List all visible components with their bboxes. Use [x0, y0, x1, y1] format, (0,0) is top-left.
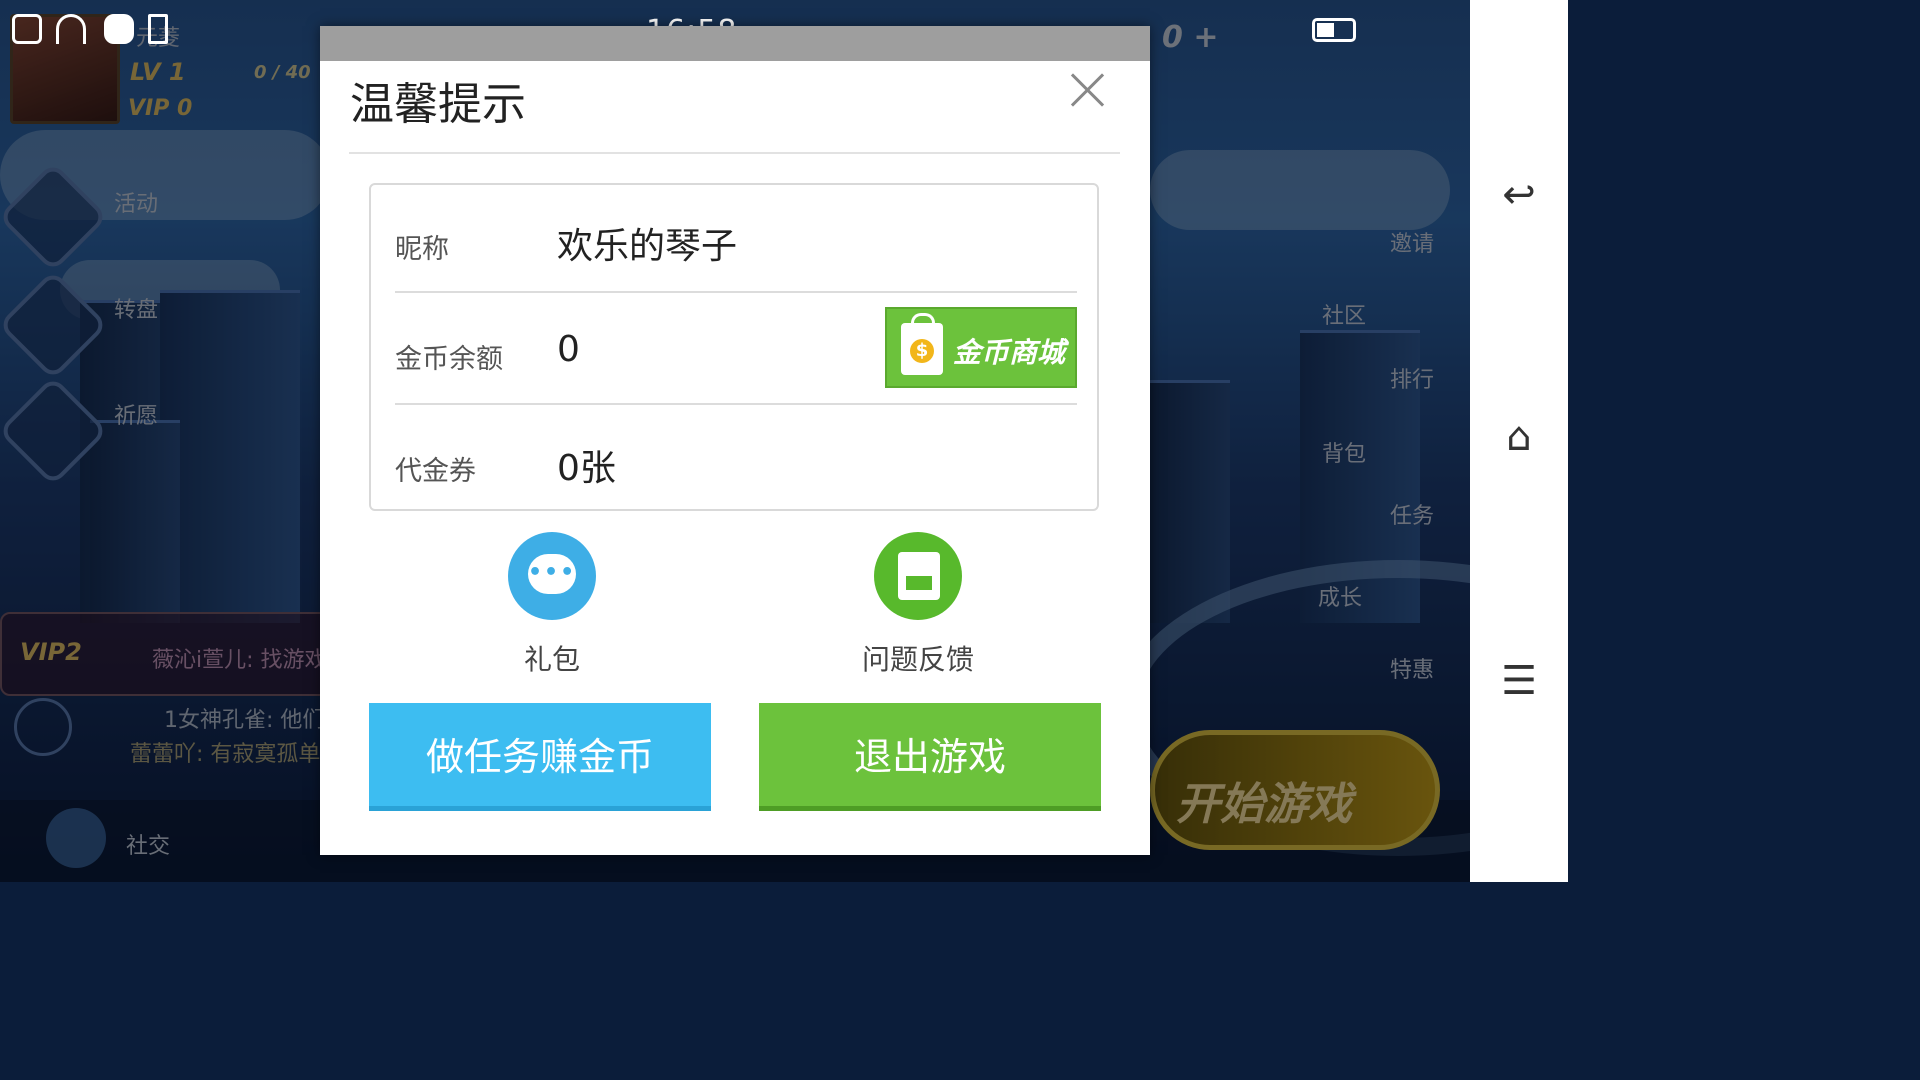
feedback-label[interactable]: 问题反馈: [818, 638, 1018, 678]
nickname-value: 欢乐的琴子: [557, 226, 738, 267]
battery-icon: [1312, 18, 1356, 42]
shopping-bag-icon: $: [901, 313, 943, 375]
sim-icon: [12, 14, 42, 44]
voucher-value: 0张: [557, 448, 616, 489]
earn-coins-task-button[interactable]: 做任务赚金币: [369, 703, 711, 811]
android-icon: [104, 14, 134, 44]
row-divider: [395, 291, 1077, 293]
coin-shop-label: 金币商城: [953, 336, 1066, 369]
row-divider: [395, 403, 1077, 405]
exit-game-button[interactable]: 退出游戏: [759, 703, 1101, 811]
dialog-title: 温馨提示: [350, 79, 526, 130]
menu-icon[interactable]: ☰: [1470, 658, 1568, 704]
account-info-box: 昵称 欢乐的琴子 金币余额 0 $ 金币商城 代金券 0张: [369, 183, 1099, 511]
chat-bubble-icon[interactable]: •••: [508, 532, 596, 620]
navigation-bar: ↩ ⌂ ☰: [1470, 0, 1568, 882]
usb-icon: [148, 14, 168, 44]
title-divider: [349, 152, 1120, 154]
dialog-top-band: [320, 26, 1150, 61]
notice-dialog: 温馨提示 昵称 欢乐的琴子 金币余额 0 $ 金币商城 代金券 0张 ••• 礼…: [320, 26, 1150, 855]
home-icon[interactable]: ⌂: [1470, 414, 1568, 460]
close-icon[interactable]: [1062, 66, 1112, 116]
coin-shop-button[interactable]: $ 金币商城: [885, 307, 1077, 388]
voucher-label: 代金券: [395, 456, 476, 487]
nickname-label: 昵称: [395, 234, 449, 265]
coin-balance-label: 金币余额: [395, 344, 503, 375]
coin-balance-value: 0: [557, 329, 580, 370]
feedback-icon[interactable]: [874, 532, 962, 620]
gift-label[interactable]: 礼包: [452, 638, 652, 678]
wifi-icon: [56, 14, 86, 44]
back-icon[interactable]: ↩: [1470, 172, 1568, 218]
